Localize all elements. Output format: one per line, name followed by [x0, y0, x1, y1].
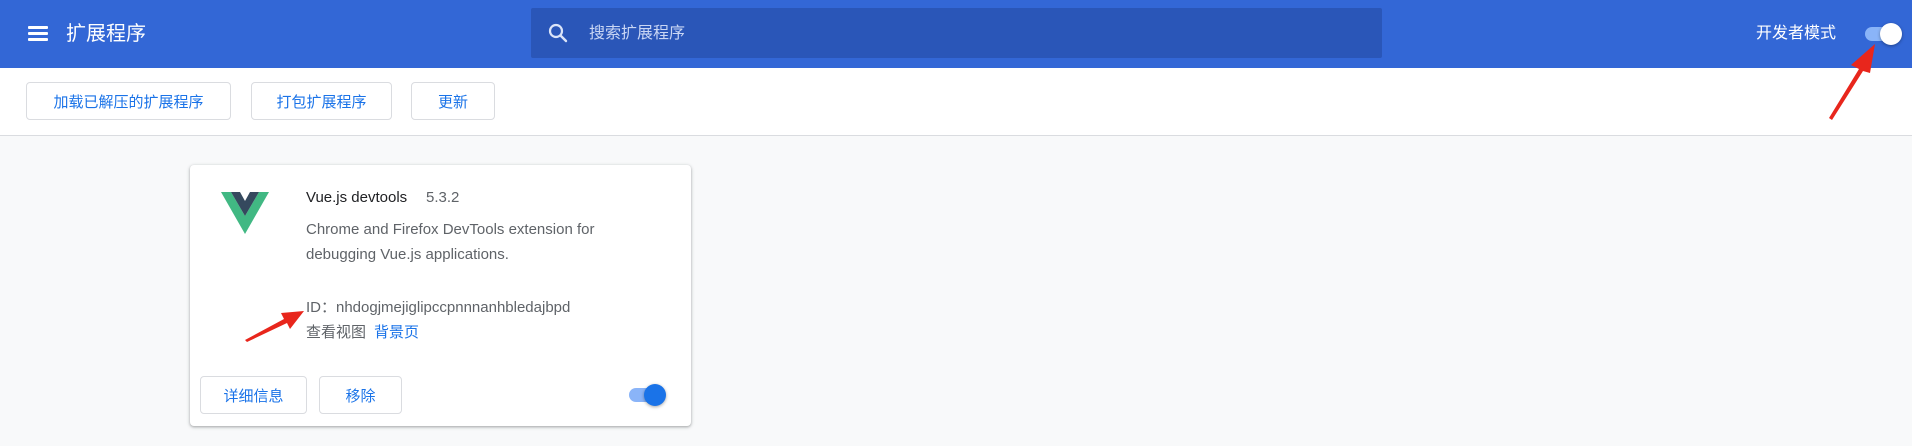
inspect-views-label: 查看视图: [306, 324, 367, 341]
extension-enable-toggle[interactable]: [626, 384, 666, 406]
extension-description: Chrome and Firefox DevTools extension fo…: [306, 221, 595, 263]
toggle-knob: [1880, 23, 1902, 45]
toggle-knob: [644, 384, 666, 406]
extension-name: Vue.js devtools: [306, 189, 408, 206]
developer-mode-toggle[interactable]: [1862, 23, 1902, 45]
search-box[interactable]: [531, 8, 1382, 58]
remove-button[interactable]: 移除: [319, 376, 402, 414]
pack-extension-button[interactable]: 打包扩展程序: [251, 82, 392, 120]
extension-version: 5.3.2: [426, 189, 460, 206]
update-button[interactable]: 更新: [411, 82, 495, 120]
details-button[interactable]: 详细信息: [200, 376, 307, 414]
page-title: 扩展程序: [66, 23, 146, 45]
menu-icon[interactable]: [24, 22, 52, 46]
search-input[interactable]: [587, 17, 1351, 51]
load-unpacked-button[interactable]: 加载已解压的扩展程序: [26, 82, 231, 120]
developer-toolbar: 加载已解压的扩展程序 打包扩展程序 更新: [0, 68, 1912, 136]
background-page-link[interactable]: 背景页: [374, 324, 419, 341]
extension-card: Vue.js devtools 5.3.2 Chrome and Firefox…: [190, 165, 691, 426]
vue-logo-icon: [221, 192, 269, 234]
inspect-views: 查看视图 背景页: [306, 323, 419, 343]
top-bar: 扩展程序 开发者模式: [0, 0, 1912, 68]
extension-id: ID：nhdogjmejiglipccpnnnanhbledajbpd: [306, 299, 571, 316]
search-icon: [548, 23, 568, 43]
developer-mode-label: 开发者模式: [1756, 25, 1837, 42]
